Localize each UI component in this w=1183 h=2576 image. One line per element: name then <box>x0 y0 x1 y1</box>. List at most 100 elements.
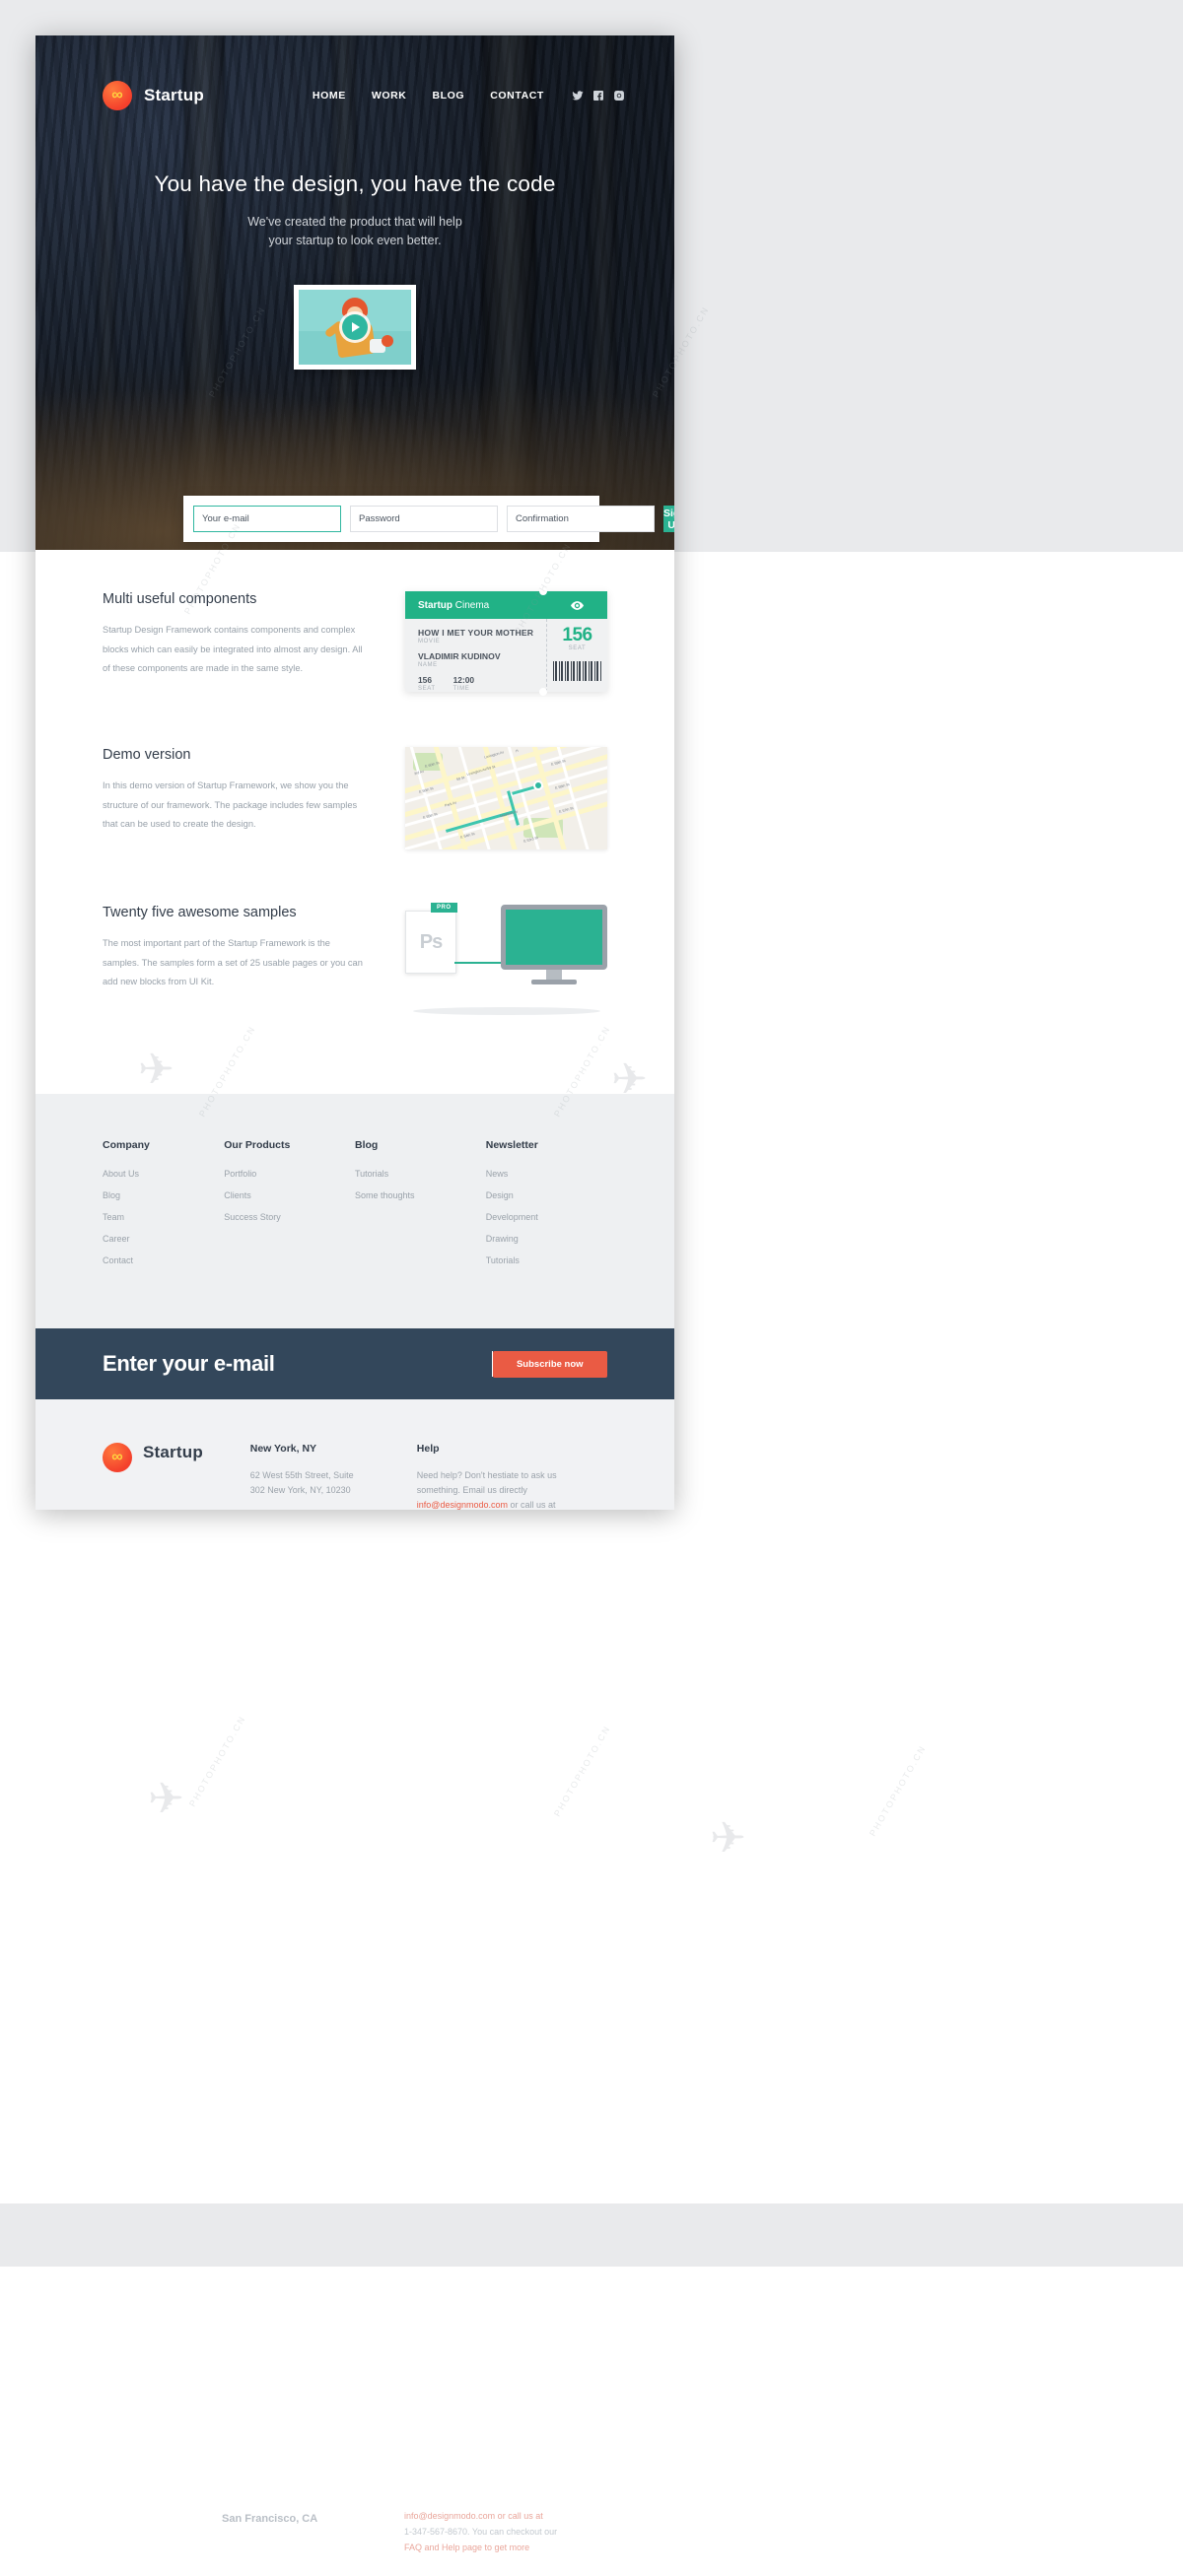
feature-heading: Demo version <box>103 747 191 763</box>
sign-up-button[interactable]: Sign Up <box>663 506 674 532</box>
feature-row-demo: Demo version In this demo version of Sta… <box>35 747 674 849</box>
ticket-person-label: NAME <box>418 662 438 668</box>
footer-column-title: Blog <box>355 1139 379 1151</box>
twitter-icon[interactable] <box>572 90 584 102</box>
footer-link[interactable]: Clients <box>224 1190 355 1200</box>
ticket-person-name: VLADIMIR KUDINOV <box>418 651 501 661</box>
footer-link[interactable]: Tutorials <box>355 1169 486 1179</box>
ticket-time-label: TIME <box>452 686 470 692</box>
subscribe-now-button[interactable]: Subscribe now <box>492 1350 607 1378</box>
address-ny-title: New York, NY <box>249 1443 317 1455</box>
footer-column-company: Company About Us Blog Team Career Contac… <box>103 1139 224 1277</box>
hero-section: ∞ Startup HOME WORK BLOG CONTACT You hav… <box>35 35 674 550</box>
ticket-brand-bold: Startup <box>418 599 452 611</box>
footer-link[interactable]: News <box>486 1169 607 1179</box>
footer-column-products: Our Products Portfolio Clients Success S… <box>224 1139 355 1277</box>
footer-link[interactable]: Career <box>103 1234 224 1244</box>
footer-link[interactable]: Contact <box>103 1255 224 1265</box>
feature-row-components: Multi useful components Startup Design F… <box>35 587 674 696</box>
bleed-text-2: info@designmodo.com or call us at <box>404 2511 543 2521</box>
footer-addresses: New York, NY 62 West 55th Street, Suite … <box>250 1443 417 1510</box>
eye-icon[interactable] <box>571 600 584 610</box>
help-text-3: or call us at <box>507 1499 556 1510</box>
address-ny-line1: 62 West 55th Street, Suite <box>249 1470 354 1480</box>
confirmation-input[interactable] <box>507 506 655 532</box>
map-pin-icon <box>533 780 543 790</box>
facebook-icon[interactable] <box>592 90 604 102</box>
ticket-big-seat-label: SEAT <box>568 645 587 651</box>
watermark-glyph: ✈ <box>148 1775 184 1823</box>
infinity-logo-icon: ∞ <box>103 81 132 110</box>
footer-link[interactable]: Some thoughts <box>355 1190 486 1200</box>
footer-column-title: Newsletter <box>485 1139 538 1151</box>
hero-video-card[interactable] <box>294 284 416 370</box>
signup-form: Sign Up <box>183 496 674 542</box>
feature-body: The most important part of the Startup F… <box>103 938 363 987</box>
newsletter-bar: Subscribe now <box>35 1328 674 1399</box>
footer-link[interactable]: Drawing <box>486 1234 607 1244</box>
feature-heading: Twenty five awesome samples <box>103 905 297 920</box>
ticket-brand-rest: Cinema <box>452 599 490 611</box>
nav-item-contact[interactable]: CONTACT <box>490 90 544 102</box>
pro-badge: PRO <box>431 903 457 913</box>
ticket-movie-label: MOVIE <box>418 639 441 644</box>
footer-column-newsletter: Newsletter News Design Development Drawi… <box>486 1139 607 1277</box>
nav-links: HOME WORK BLOG CONTACT <box>313 90 544 102</box>
ps-file-icon: Ps <box>405 911 456 974</box>
email-input[interactable] <box>193 506 341 532</box>
background-band-mid <box>0 2203 1183 2267</box>
bleed-text-1: San Francisco, CA <box>222 2513 318 2525</box>
ticket-time-value: 12:00 <box>452 675 475 685</box>
help-title: Help <box>416 1443 440 1455</box>
help-text-2: something. Email us directly <box>416 1484 527 1495</box>
ticket-seat-value: 156 <box>418 675 432 685</box>
footer-column-blog: Blog Tutorials Some thoughts <box>355 1139 486 1277</box>
footer-link[interactable]: Tutorials <box>486 1255 607 1265</box>
ticket-movie-title: HOW I MET YOUR MOTHER <box>418 628 534 638</box>
footer-column-title: Our Products <box>224 1139 291 1151</box>
bottom-footer: ∞ Startup New York, NY 62 West 55th Stre… <box>35 1399 674 1510</box>
watermark: PHOTOPHOTO.CN <box>868 1742 929 1838</box>
feature-row-samples: Twenty five awesome samples The most imp… <box>35 903 674 1015</box>
top-navbar: ∞ Startup HOME WORK BLOG CONTACT <box>35 35 674 110</box>
footer-links-section: Company About Us Blog Team Career Contac… <box>35 1094 674 1328</box>
feature-body: In this demo version of Startup Framewor… <box>103 780 358 830</box>
map-label: H <box>515 748 520 754</box>
brand-logo[interactable]: ∞ Startup <box>103 81 204 110</box>
ticket-big-seat: 156 <box>562 625 592 645</box>
play-icon[interactable] <box>342 313 368 340</box>
footer-link[interactable]: Portfolio <box>224 1169 355 1179</box>
hero-title: You have the design, you have the code <box>154 171 556 196</box>
hero-subtitle-line2: your startup to look even better. <box>268 234 442 248</box>
footer-link[interactable]: Design <box>486 1190 607 1200</box>
feature-heading: Multi useful components <box>103 591 257 607</box>
nav-item-home[interactable]: HOME <box>313 90 346 102</box>
page-bleed-text: San Francisco, CA info@designmodo.com or… <box>0 2503 1183 2576</box>
help-email-link[interactable]: info@designmodo.com <box>417 1500 508 1510</box>
nav-item-work[interactable]: WORK <box>372 90 407 102</box>
footer-link[interactable]: Team <box>103 1212 224 1222</box>
watermark: PHOTOPHOTO.CN <box>552 1723 613 1818</box>
photoshop-monitor-illustration: Ps PRO <box>405 903 607 1015</box>
hero-subtitle-line1: We've created the product that will help <box>247 215 462 229</box>
footer-brand[interactable]: ∞ Startup <box>103 1443 250 1510</box>
footer-link[interactable]: Success Story <box>224 1212 355 1222</box>
ticket-seat-label: SEAT <box>418 686 436 692</box>
watermark-glyph: ✈ <box>710 1814 746 1863</box>
instagram-icon[interactable] <box>613 90 625 102</box>
address-ny-line2: 302 New York, NY, 10230 <box>249 1484 351 1495</box>
hero-content: You have the design, you have the code W… <box>35 110 674 370</box>
nav-item-blog[interactable]: BLOG <box>432 90 464 102</box>
footer-link[interactable]: About Us <box>103 1169 224 1179</box>
map-widget[interactable]: E 60th St Lexington Av/59 St 59 St E 59t… <box>405 747 607 849</box>
footer-link[interactable]: Blog <box>103 1190 224 1200</box>
cinema-ticket-widget: Startup Cinema HOW I MET YOUR MOTHER MOV… <box>405 587 607 696</box>
page-root: ∞ Startup HOME WORK BLOG CONTACT You hav… <box>0 0 1183 2576</box>
password-input[interactable] <box>350 506 498 532</box>
newsletter-email-input[interactable] <box>103 1351 512 1377</box>
feature-body: Startup Design Framework contains compon… <box>103 625 363 674</box>
bleed-text-4: FAQ and Help page to get more <box>404 2542 530 2552</box>
features-section: Multi useful components Startup Design F… <box>35 550 674 1094</box>
footer-link[interactable]: Development <box>486 1212 607 1222</box>
footer-column-title: Company <box>103 1139 150 1151</box>
